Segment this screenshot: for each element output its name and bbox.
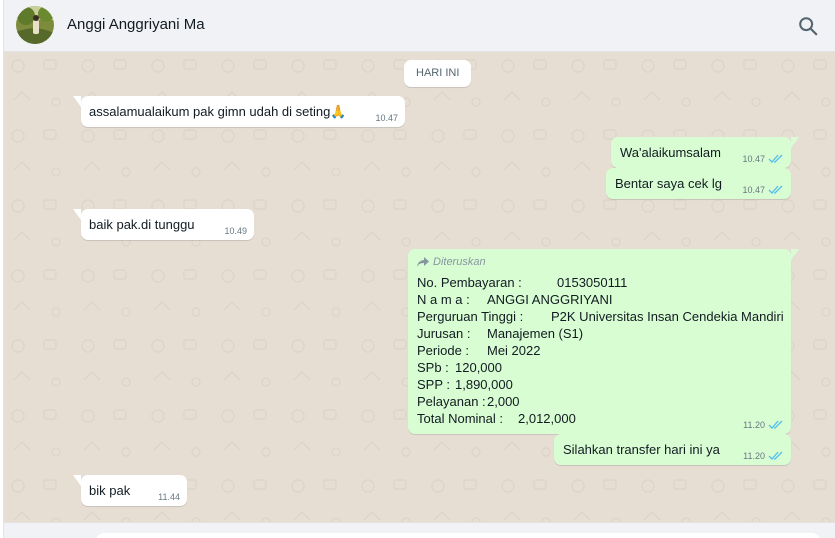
detail-key: Pelayanan : xyxy=(417,394,486,409)
bubble-tail xyxy=(791,249,799,260)
composer-bar xyxy=(0,522,835,538)
detail-line: Periode : Mei 2022 xyxy=(417,342,784,359)
detail-line: Perguruan Tinggi : P2K Universitas Insan… xyxy=(417,308,784,325)
message-outgoing[interactable]: Bentar saya cek lg 10.47 xyxy=(606,168,791,199)
detail-key: SPb : xyxy=(417,360,449,375)
message-text: baik pak.di tunggu xyxy=(89,217,195,232)
bubble-tail xyxy=(73,209,81,220)
bubble-tail xyxy=(791,137,799,148)
message-time: 11.44 xyxy=(158,492,180,502)
message-time: 10.49 xyxy=(224,226,247,236)
message-outgoing-forwarded[interactable]: Diteruskan No. Pembayaran : 0153050111 N… xyxy=(408,249,799,434)
search-icon[interactable] xyxy=(797,15,819,37)
detail-value: ANGGI ANGGRIYANI xyxy=(487,292,613,307)
message-text: Silahkan transfer hari ini ya xyxy=(563,442,720,457)
message-incoming[interactable]: baik pak.di tunggu 10.49 xyxy=(73,209,254,240)
detail-value: Mei 2022 xyxy=(487,343,541,358)
read-ticks-icon xyxy=(768,185,783,194)
message-text: assalamualaikum pak gimn udah di seting🙏 xyxy=(89,104,347,119)
message-incoming[interactable]: assalamualaikum pak gimn udah di seting🙏… xyxy=(73,96,405,127)
message-time: 10.47 xyxy=(375,113,398,123)
read-ticks-icon xyxy=(768,154,783,163)
message-text: Wa'alaikumsalam xyxy=(620,145,721,160)
detail-key: No. Pembayaran : xyxy=(417,275,522,290)
detail-line: Pelayanan : 2,000 xyxy=(417,393,784,410)
message-time: 10.47 xyxy=(742,154,765,164)
detail-key: SPP : xyxy=(417,377,451,392)
conversation-panel[interactable]: HARI INI assalamualaikum pak gimn udah d… xyxy=(4,52,835,522)
bubble-tail xyxy=(73,96,81,107)
read-ticks-icon xyxy=(768,420,783,429)
detail-line: No. Pembayaran : 0153050111 xyxy=(417,274,784,291)
detail-value: 0153050111 xyxy=(557,275,628,290)
message-time: 11.20 xyxy=(743,420,765,430)
payment-details: No. Pembayaran : 0153050111 N a m a : AN… xyxy=(417,274,784,427)
message-time: 10.47 xyxy=(742,185,765,195)
message-time: 11.20 xyxy=(743,451,765,461)
message-text: Bentar saya cek lg xyxy=(615,176,722,191)
message-text: bik pak xyxy=(89,483,131,498)
detail-value: 2,012,000 xyxy=(518,411,576,426)
read-ticks-icon xyxy=(768,451,783,460)
detail-line: Total Nominal : 2,012,000 xyxy=(417,410,784,427)
detail-value: 2,000 xyxy=(487,394,520,409)
chat-header: Anggi Anggriyani Ma xyxy=(0,0,835,52)
message-input[interactable] xyxy=(96,533,820,538)
detail-value: 1,890,000 xyxy=(455,377,513,392)
forwarded-label: Diteruskan xyxy=(433,256,486,268)
detail-key: Jurusan : xyxy=(417,326,471,341)
detail-key: Perguruan Tinggi : xyxy=(417,309,524,324)
message-outgoing[interactable]: Wa'alaikumsalam 10.47 xyxy=(611,137,799,168)
bubble-tail xyxy=(73,475,81,486)
detail-key: Total Nominal : xyxy=(417,411,503,426)
detail-value: P2K Universitas Insan Cendekia Mandiri xyxy=(551,309,784,324)
contact-name[interactable]: Anggi Anggriyani Ma xyxy=(67,16,205,33)
detail-line: SPP : 1,890,000 xyxy=(417,376,784,393)
detail-key: Periode : xyxy=(417,343,470,358)
forwarded-icon xyxy=(417,257,429,267)
detail-value: Manajemen (S1) xyxy=(487,326,584,341)
detail-value: 120,000 xyxy=(455,360,502,375)
detail-key: N a m a : xyxy=(417,292,470,307)
detail-line: SPb : 120,000 xyxy=(417,359,784,376)
detail-line: N a m a : ANGGI ANGGRIYANI xyxy=(417,291,784,308)
window-left-edge xyxy=(0,0,4,538)
message-incoming[interactable]: bik pak 11.44 xyxy=(73,475,187,506)
detail-line: Jurusan : Manajemen (S1) xyxy=(417,325,784,342)
avatar[interactable] xyxy=(16,6,54,44)
date-divider: HARI INI xyxy=(404,60,472,87)
message-outgoing[interactable]: Silahkan transfer hari ini ya 11.20 xyxy=(554,434,791,465)
